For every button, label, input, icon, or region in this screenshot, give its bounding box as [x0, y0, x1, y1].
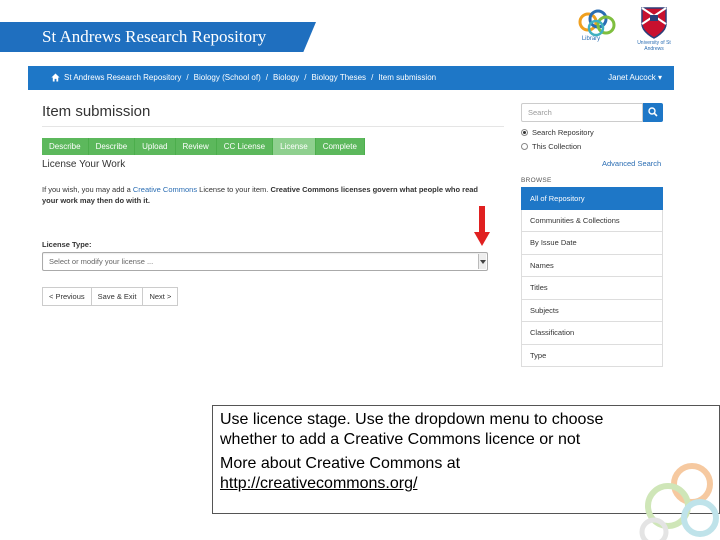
page-title: Item submission	[42, 103, 151, 120]
scope-collection-label: This Collection	[532, 142, 582, 151]
step-license[interactable]: License	[273, 138, 316, 155]
radio-unchecked[interactable]	[521, 143, 528, 150]
caption-line-3: More about Creative Commons at	[220, 455, 461, 472]
next-button[interactable]: Next >	[142, 287, 179, 306]
browse-item-type[interactable]: Type	[521, 344, 663, 367]
license-intro: If you wish, you may add a Creative Comm…	[42, 184, 492, 206]
scope-repository-option[interactable]: Search Repository	[521, 128, 594, 137]
scope-collection-option[interactable]: This Collection	[521, 142, 581, 151]
license-select-value: Select or modify your license ...	[49, 257, 154, 266]
step-complete: Complete	[315, 138, 365, 155]
university-crest-icon	[641, 7, 667, 39]
decorative-rings-icon	[639, 463, 719, 540]
form-buttons: < Previous Save & Exit Next >	[42, 287, 179, 306]
breadcrumb-separator: /	[304, 73, 307, 82]
browse-item-communities[interactable]: Communities & Collections	[521, 209, 663, 232]
site-banner[interactable]: St Andrews Research Repository	[0, 22, 316, 52]
search-button[interactable]	[643, 103, 663, 122]
step-upload[interactable]: Upload	[135, 138, 176, 155]
breadcrumb-current: Item submission	[378, 73, 437, 82]
radio-checked[interactable]	[521, 129, 528, 136]
creative-commons-link[interactable]: Creative Commons	[133, 185, 197, 194]
creative-commons-url[interactable]: http://creativecommons.org/	[220, 474, 417, 493]
browse-heading: BROWSE	[521, 177, 552, 184]
license-type-label: License Type:	[42, 240, 92, 249]
previous-button[interactable]: < Previous	[42, 287, 92, 306]
step-describe-2[interactable]: Describe	[88, 138, 136, 155]
browse-item-titles[interactable]: Titles	[521, 277, 663, 300]
license-type-select[interactable]: Select or modify your license ...	[42, 252, 488, 271]
browse-item-classification[interactable]: Classification	[521, 322, 663, 345]
browse-item-all[interactable]: All of Repository	[521, 187, 663, 210]
red-arrow-annotation-icon	[474, 206, 490, 246]
breadcrumb-separator: /	[186, 73, 189, 82]
browse-list: All of Repository Communities & Collecti…	[521, 187, 663, 367]
breadcrumb-separator: /	[265, 73, 269, 82]
step-describe-1[interactable]: Describe	[42, 138, 89, 155]
university-logo: University of St Andrews	[636, 6, 672, 54]
intro-text-1: If you wish, you may add a	[42, 185, 133, 194]
caption-line-1: Use licence stage. Use the dropdown menu…	[220, 411, 604, 428]
user-name[interactable]: Janet Aucock	[608, 73, 656, 82]
breadcrumb-separator: /	[371, 73, 374, 82]
library-logo-text: Library	[581, 36, 601, 42]
breadcrumb-repository[interactable]: St Andrews Research Repository	[64, 73, 181, 82]
save-exit-button[interactable]: Save & Exit	[90, 287, 144, 306]
advanced-search-link[interactable]: Advanced Search	[602, 159, 661, 168]
home-icon[interactable]	[51, 73, 60, 82]
scope-repository-label: Search Repository	[532, 128, 594, 137]
browse-item-subjects[interactable]: Subjects	[521, 299, 663, 322]
caption-line-2: whether to add a Creative Commons licenc…	[220, 431, 581, 448]
step-cc-license[interactable]: CC License	[216, 138, 274, 155]
intro-text-2: License to your item.	[197, 185, 271, 194]
breadcrumb-biology[interactable]: Biology	[273, 73, 299, 82]
library-logo: Library	[576, 8, 622, 56]
search-icon	[648, 107, 658, 117]
dropdown-arrow-icon[interactable]	[478, 254, 486, 269]
browse-item-names[interactable]: Names	[521, 254, 663, 277]
breadcrumb-bar: St Andrews Research Repository / Biology (…	[28, 66, 674, 90]
browse-item-issue-date[interactable]: By Issue Date	[521, 232, 663, 255]
library-rings-icon	[578, 9, 616, 37]
step-review[interactable]: Review	[175, 138, 217, 155]
divider	[42, 126, 504, 127]
site-title[interactable]: St Andrews Research Repository	[42, 27, 266, 47]
breadcrumb-theses[interactable]: Biology Theses	[312, 73, 367, 82]
section-title: License Your Work	[42, 159, 126, 170]
university-logo-text: University of St Andrews	[637, 40, 671, 52]
user-menu[interactable]: Janet Aucock ▾	[608, 73, 662, 82]
caret-down-icon: ▾	[657, 73, 662, 82]
search-placeholder: Search	[528, 108, 552, 117]
submission-steps: Describe Describe Upload Review CC Licen…	[42, 138, 365, 155]
breadcrumb-school[interactable]: Biology (School of)	[194, 73, 261, 82]
search-input[interactable]: Search	[521, 103, 643, 122]
breadcrumb: St Andrews Research Repository / Biology (…	[64, 73, 436, 82]
